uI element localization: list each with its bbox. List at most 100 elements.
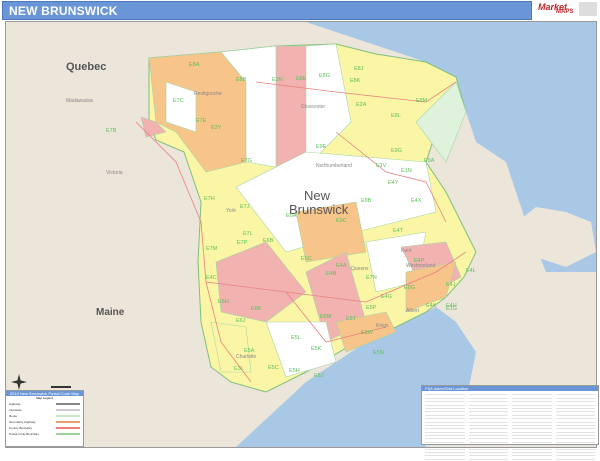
- fsa-label: E9A: [424, 158, 435, 164]
- fsa-label: E6B: [263, 238, 274, 244]
- fsa-label: E7G: [241, 158, 252, 164]
- fsa-label: E6K: [251, 306, 262, 312]
- fsa-label: E6G: [404, 285, 415, 291]
- fsa-label: E7P: [237, 240, 248, 246]
- fsa-label: E3N: [272, 77, 283, 83]
- market-maps-logo: Market MAPS: [536, 1, 598, 19]
- legend-label: Interstate: [9, 408, 22, 412]
- province-label-line2: Brunswick: [289, 202, 349, 217]
- fsa-label: E5W: [361, 330, 374, 336]
- province-label-line1: New: [304, 188, 331, 203]
- map-legend: 2019 New Brunswick Postal Code Map Map L…: [5, 390, 84, 447]
- fsa-label: E5L: [291, 335, 301, 341]
- legend-swatch: [56, 433, 80, 435]
- fsa-label: E4B: [326, 271, 337, 277]
- title-bar: NEW BRUNSWICK: [2, 1, 532, 20]
- county-label: Gloucester: [301, 104, 326, 110]
- county-label: Northumberland: [316, 163, 352, 169]
- county-label: Kent: [401, 248, 412, 254]
- fsa-label: E4A: [336, 263, 347, 269]
- fsa-label: E6J: [236, 318, 246, 324]
- scale-bar: [51, 386, 71, 388]
- fsa-label: E8L: [391, 113, 401, 119]
- region-label-maine: Maine: [96, 307, 125, 318]
- fsa-label: E2A: [356, 102, 367, 108]
- fsa-label: E4T: [393, 228, 404, 234]
- fsa-label: E3L: [234, 366, 244, 372]
- fsa-label: E1V: [376, 163, 387, 169]
- legend-label: Highway: [9, 402, 21, 406]
- fsa-label: E5N: [373, 350, 384, 356]
- fsa-index-table: FSA Index/Grid Location: [421, 385, 599, 460]
- fsa-label: E8E: [296, 76, 307, 82]
- fsa-label: E7M: [206, 246, 218, 252]
- logo-info-box: [579, 2, 597, 16]
- index-line: [555, 456, 595, 460]
- fsa-label: E4H: [446, 303, 457, 309]
- legend-label: Postal Code Boundary: [9, 432, 40, 436]
- fsa-label: E8K: [350, 78, 361, 84]
- region-label-quebec: Quebec: [66, 61, 106, 73]
- fsa-label: E5H: [289, 368, 300, 374]
- fsa-label: E5T: [346, 316, 357, 322]
- legend-label: Secondary Highway: [9, 420, 36, 424]
- fsa-label: E7C: [173, 98, 184, 104]
- fsa-label: E4J: [446, 282, 456, 288]
- fsa-label: E1N: [401, 168, 412, 174]
- index-column: [468, 392, 508, 460]
- fsa-label: E5A: [244, 348, 255, 354]
- fsa-label: E7J: [240, 204, 250, 210]
- county-label: Queens: [351, 266, 369, 272]
- legend-row: Postal Code Boundary: [6, 431, 83, 437]
- index-column: [512, 392, 552, 460]
- legend-swatch: [56, 427, 80, 429]
- legend-label: County Boundary: [9, 426, 33, 430]
- county-label: Victoria: [106, 170, 123, 176]
- fsa-label: E7N: [366, 275, 377, 281]
- fsa-label: E4G: [381, 294, 392, 300]
- fsa-label: E7H: [204, 196, 215, 202]
- fsa-label: E4K: [426, 303, 437, 309]
- fsa-label: E8J: [354, 66, 364, 72]
- fsa-label: E4C: [206, 275, 217, 281]
- county-label: Madawaska: [66, 98, 93, 104]
- fsa-label: E4X: [411, 198, 422, 204]
- county-label: Albert: [406, 308, 420, 314]
- index-line: [468, 456, 508, 460]
- fsa-label: E8B: [236, 77, 247, 83]
- fsa-label: E5J: [314, 373, 324, 379]
- legend-swatch: [56, 415, 80, 417]
- fsa-label: E7L: [243, 231, 253, 237]
- county-label: Kings: [376, 323, 389, 329]
- fsa-label: E8A: [189, 62, 200, 68]
- map-canvas[interactable]: Quebec Maine New Brunswick Restigouche Ma…: [5, 21, 597, 448]
- fsa-label: E9B: [361, 198, 372, 204]
- fsa-label: E6A: [286, 213, 297, 219]
- fsa-label: E8G: [319, 73, 330, 79]
- fsa-label: E7B: [106, 128, 117, 134]
- fsa-label: E3Y: [211, 125, 222, 131]
- county-label: York: [226, 208, 236, 214]
- fsa-label: E4P: [414, 258, 425, 264]
- fsa-label: E5C: [268, 365, 279, 371]
- county-label: Restigouche: [194, 91, 222, 97]
- index-line: [512, 456, 552, 460]
- logo-brand2: MAPS: [556, 9, 574, 15]
- legend-swatch: [56, 403, 80, 405]
- map-svg: Quebec Maine New Brunswick Restigouche Ma…: [6, 22, 596, 447]
- index-columns: [422, 391, 598, 461]
- legend-swatch: [56, 409, 80, 411]
- fsa-label: E6H: [218, 299, 229, 305]
- fsa-label: E6C: [301, 256, 312, 262]
- fsa-label: E5P: [366, 305, 377, 311]
- map-title: NEW BRUNSWICK: [9, 4, 118, 18]
- fsa-label: E4Y: [388, 180, 399, 186]
- fsa-label: E5K: [311, 346, 322, 352]
- fsa-label: E9C: [336, 218, 347, 224]
- fsa-label: E9G: [391, 148, 402, 154]
- fsa-label: E4L: [466, 268, 476, 274]
- legend-label: Route: [9, 414, 18, 418]
- index-column: [425, 392, 465, 460]
- fsa-label: E7E: [196, 118, 207, 124]
- fsa-label: E8M: [416, 98, 428, 104]
